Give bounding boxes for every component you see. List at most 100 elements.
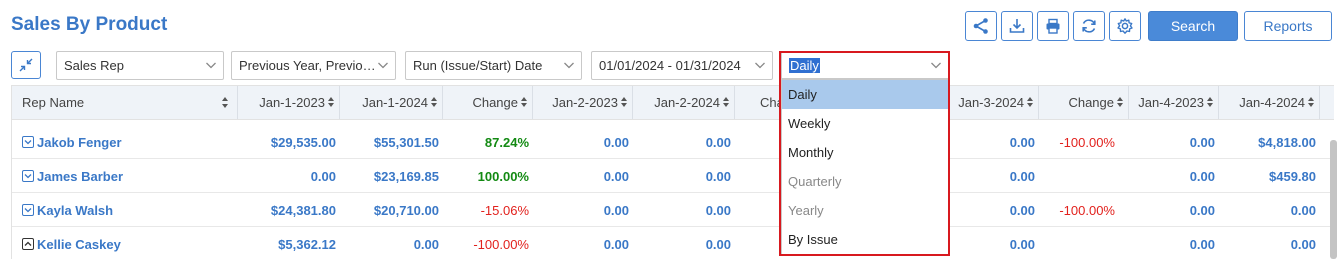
collapse-button[interactable]: [11, 51, 41, 79]
refresh-icon: [1082, 19, 1096, 33]
settings-button[interactable]: [1109, 11, 1141, 41]
expand-icon[interactable]: [22, 136, 34, 148]
table-row: James Barber 0.00 $23,169.85 100.00% 0.0…: [12, 159, 1334, 193]
table-header: Rep Name Jan-1-2023 Jan-1-2024 Change Ja…: [12, 85, 1334, 120]
table-cell: 0.00: [1290, 202, 1316, 218]
table-cell: $23,169.85: [373, 168, 439, 184]
vertical-scrollbar[interactable]: [1330, 140, 1337, 259]
sort-icon: [521, 96, 528, 109]
column-header[interactable]: Rep Name: [12, 86, 238, 119]
table-cell: 0.00: [1009, 236, 1035, 252]
page-title: Sales By Product: [11, 14, 168, 35]
sales-table: Rep Name Jan-1-2023 Jan-1-2024 Change Ja…: [11, 85, 1334, 259]
change-cell: 87.24%: [484, 134, 529, 150]
change-cell: [1039, 159, 1119, 193]
table-cell: 0.00: [1009, 134, 1035, 150]
table-cell: 0.00: [603, 236, 629, 252]
period-option-daily[interactable]: Daily: [782, 80, 948, 109]
chevron-down-icon: [564, 62, 574, 69]
change-cell: [1039, 227, 1119, 259]
rep-name-link[interactable]: Kayla Walsh: [12, 193, 238, 227]
column-header[interactable]: Jan-1-2024: [340, 86, 443, 119]
date-range-value: 01/01/2024 - 01/31/2024: [599, 58, 741, 73]
column-header[interactable]: Jan-4-2024: [1219, 86, 1320, 119]
table-cell: $20,710.00: [373, 202, 439, 218]
compare-select[interactable]: Previous Year, Previous ...: [231, 51, 396, 80]
refresh-button[interactable]: [1073, 11, 1105, 41]
reports-button[interactable]: Reports: [1244, 11, 1332, 41]
sort-icon: [621, 96, 628, 109]
date-range-select[interactable]: 01/01/2024 - 01/31/2024: [591, 51, 773, 80]
period-option-monthly[interactable]: Monthly: [782, 138, 948, 167]
table-row: Jakob Fenger $29,535.00 $55,301.50 87.24…: [12, 125, 1334, 159]
column-header[interactable]: Cha: [735, 86, 784, 119]
sort-icon: [222, 97, 229, 109]
date-type-value: Run (Issue/Start) Date: [413, 58, 543, 73]
table-row: Kayla Walsh $24,381.80 $20,710.00 -15.06…: [12, 193, 1334, 227]
table-cell: 0.00: [705, 134, 731, 150]
period-option-weekly[interactable]: Weekly: [782, 109, 948, 138]
share-icon: [973, 18, 988, 34]
change-cell: -100.00%: [473, 236, 529, 252]
print-icon: [1046, 18, 1060, 34]
change-cell: -15.06%: [480, 202, 529, 218]
search-button[interactable]: Search: [1148, 11, 1238, 41]
table-cell: $4,818.00: [1258, 134, 1316, 150]
table-cell: $29,535.00: [270, 134, 336, 150]
chevron-down-icon: [378, 62, 388, 69]
chevron-down-icon: [755, 62, 765, 69]
chevron-down-icon: [206, 62, 216, 69]
print-button[interactable]: [1037, 11, 1069, 41]
rep-name-link[interactable]: James Barber: [12, 159, 238, 193]
expand-icon[interactable]: [22, 170, 34, 182]
table-cell: 0.00: [310, 168, 336, 184]
period-option-by-issue[interactable]: By Issue: [782, 225, 948, 254]
table-cell: 0.00: [1290, 236, 1316, 252]
period-option-quarterly: Quarterly: [788, 174, 842, 189]
period-dropdown-list: Daily Weekly Monthly Quarterly Yearly By…: [781, 79, 949, 255]
column-header[interactable]: Jan-2-2023: [533, 86, 633, 119]
group-by-select[interactable]: Sales Rep: [56, 51, 224, 80]
download-button[interactable]: [1001, 11, 1033, 41]
table-cell: 0.00: [1009, 168, 1035, 184]
table-cell: 0.00: [1189, 202, 1215, 218]
column-header[interactable]: Jan-4-2023: [1129, 86, 1219, 119]
sort-icon: [1207, 96, 1214, 109]
rep-name-link[interactable]: Jakob Fenger: [12, 125, 238, 159]
period-select[interactable]: Daily: [781, 51, 949, 79]
table-cell: $24,381.80: [270, 202, 336, 218]
table-cell: $55,301.50: [373, 134, 439, 150]
table-cell: $459.80: [1269, 168, 1316, 184]
table-cell: 0.00: [1189, 134, 1215, 150]
table-cell: 0.00: [1009, 202, 1035, 218]
sort-icon: [723, 96, 730, 109]
change-cell: 100.00%: [477, 168, 529, 184]
sort-icon: [1308, 96, 1315, 109]
change-cell: -100.00%: [1059, 134, 1115, 150]
change-cell: -100.00%: [1059, 202, 1115, 218]
sort-icon: [431, 96, 438, 109]
sort-icon: [328, 96, 335, 109]
sort-icon: [1117, 96, 1124, 109]
collapse-row-icon[interactable]: [22, 238, 34, 250]
group-by-value: Sales Rep: [64, 58, 124, 73]
date-type-select[interactable]: Run (Issue/Start) Date: [405, 51, 582, 80]
period-value: Daily: [789, 57, 820, 73]
table-cell: 0.00: [1189, 236, 1215, 252]
table-cell: 0.00: [705, 202, 731, 218]
table-cell: 0.00: [705, 236, 731, 252]
column-header[interactable]: Change: [443, 86, 533, 119]
table-cell: 0.00: [1189, 168, 1215, 184]
chevron-down-icon: [931, 62, 941, 69]
share-button[interactable]: [965, 11, 997, 41]
column-header[interactable]: Jan-2-2024: [633, 86, 735, 119]
expand-icon[interactable]: [22, 204, 34, 216]
column-header[interactable]: Jan-1-2023: [238, 86, 340, 119]
column-header[interactable]: Change: [1039, 86, 1129, 119]
table-cell: 0.00: [603, 202, 629, 218]
period-option-yearly: Yearly: [788, 203, 824, 218]
rep-name-link[interactable]: Kellie Caskey: [12, 227, 238, 259]
table-cell: 0.00: [603, 168, 629, 184]
sort-icon: [1027, 96, 1034, 109]
column-header[interactable]: Jan-3-2024: [949, 86, 1039, 119]
